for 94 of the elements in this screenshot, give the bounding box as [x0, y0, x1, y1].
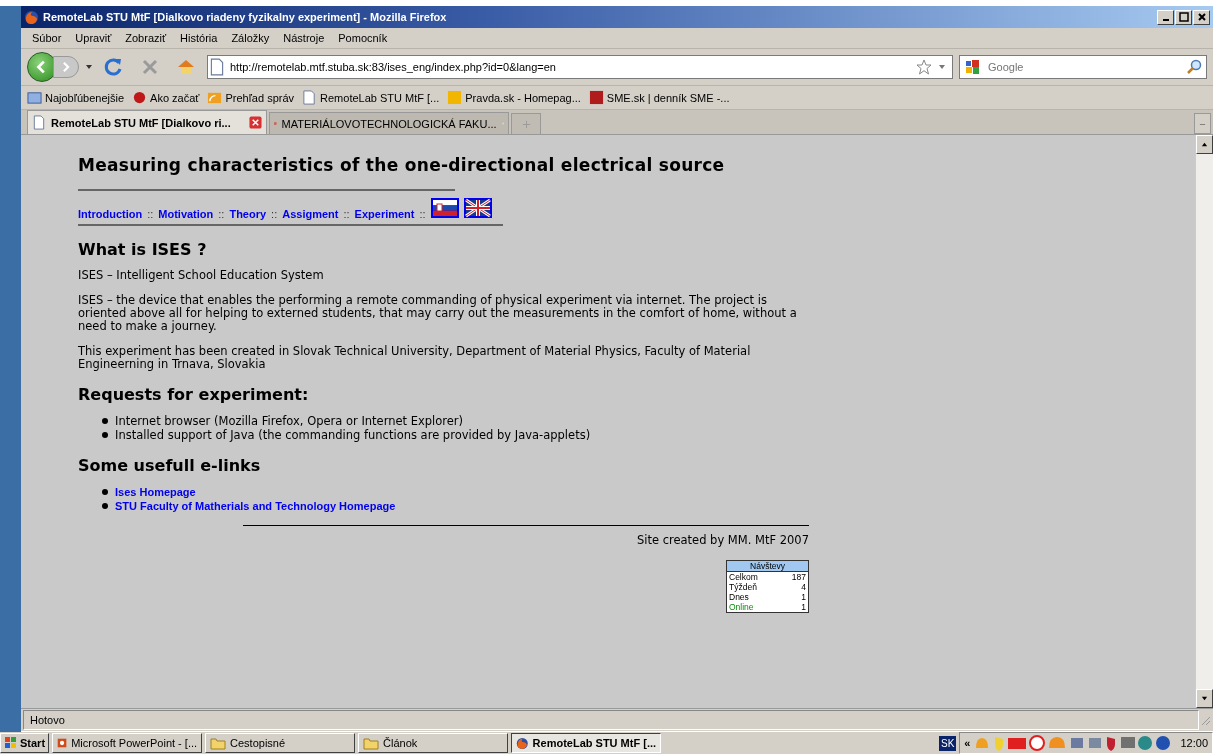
letter-tile-icon: [588, 90, 604, 105]
bookmark-item[interactable]: Najobľúbenejšie: [27, 90, 125, 105]
nav-link[interactable]: Motivation: [158, 208, 214, 220]
scroll-up-button[interactable]: [1196, 135, 1213, 154]
bookmark-item[interactable]: Ako začať: [132, 90, 200, 105]
menu-item[interactable]: Pomocník: [331, 32, 395, 44]
scroll-down-button[interactable]: [1196, 689, 1213, 708]
browser-tab[interactable]: RemoteLab STU MtF [Dialkovo ri...: [27, 110, 267, 134]
maximize-icon: [1178, 12, 1189, 22]
counter-value: 1: [801, 602, 806, 612]
reload-icon[interactable]: [104, 57, 124, 77]
page-icon: [302, 90, 318, 105]
folder-icon: [210, 736, 227, 750]
language-indicator[interactable]: SK: [939, 735, 957, 751]
show-hidden-icons-button[interactable]: «: [964, 737, 971, 749]
minimize-button[interactable]: [1157, 9, 1174, 25]
window-title: RemoteLab STU MtF [Dialkovo riadeny fyzikalny experiment] - Mozilla Firefox: [43, 11, 448, 23]
menu-item[interactable]: Záložky: [224, 32, 277, 44]
search-field[interactable]: Google: [959, 55, 1207, 79]
menu-item[interactable]: Súbor: [25, 32, 69, 44]
list-item: Installed support of Java (the commanding functions are provided by Java-applets): [115, 428, 591, 442]
caret-icon[interactable]: [85, 63, 93, 71]
firefox-icon: [24, 9, 39, 25]
nav-link[interactable]: Assigment: [282, 208, 339, 220]
presentation-icon: [57, 736, 68, 750]
up-arrow-icon: [1201, 141, 1208, 148]
bookmark-item[interactable]: Pravda.sk - Homepag...: [447, 90, 581, 105]
taskbar-button[interactable]: RemoteLab STU MtF [...: [511, 733, 662, 753]
nav-link[interactable]: Theory: [229, 208, 267, 220]
maximize-button[interactable]: [1175, 9, 1192, 25]
close-icon: [1196, 12, 1207, 22]
letter-tile-icon: [447, 90, 463, 105]
search-input[interactable]: Google: [986, 60, 1182, 74]
paragraph: ISES – Intelligent School Education System: [78, 269, 325, 282]
resize-grip-icon[interactable]: [1199, 714, 1211, 726]
link[interactable]: STU Faculty of Matherials and Technology Homepage: [115, 499, 396, 513]
link[interactable]: Ises Homepage: [115, 485, 196, 499]
page-icon: [32, 115, 46, 130]
search-icon[interactable]: [1186, 59, 1202, 75]
section-heading: What is ISES ?: [78, 240, 208, 259]
separator-text: ::: [218, 208, 225, 220]
separator-text: ::: [343, 208, 350, 220]
menu-item[interactable]: Upraviť: [68, 32, 119, 44]
slovak-flag-icon[interactable]: [430, 198, 459, 218]
menu-item[interactable]: Zobraziť: [118, 32, 174, 44]
search-engine-icon[interactable]: [964, 59, 982, 75]
section-heading: Requests for experiment:: [78, 385, 310, 404]
folder-icon: [27, 90, 42, 105]
star-icon[interactable]: [916, 59, 932, 75]
list-item: Internet browser (Mozilla Firefox, Opera or Internet Explorer): [115, 414, 464, 428]
british-flag-icon[interactable]: [463, 198, 492, 218]
start-button[interactable]: Start: [0, 733, 50, 753]
footer-text: Site created by MM. MtF 2007: [635, 533, 809, 547]
status-text: Hotovo: [23, 710, 1199, 730]
taskbar-button[interactable]: Článok: [358, 733, 509, 753]
bookmark-item[interactable]: SME.sk | denník SME -...: [588, 90, 730, 105]
counter-label: Týždeň: [729, 582, 757, 592]
counter-value: 187: [791, 572, 806, 582]
caret-icon[interactable]: [938, 63, 946, 71]
clock: 12:00: [1180, 737, 1208, 749]
minimize-icon: [1162, 19, 1169, 21]
paragraph: ISES – the device that enables the performing a remote commanding of physical experiment via internet. The project is oriented above all for helping to externed students, that may carry out the measurements in the comfort of home, without a need to make a journey.: [78, 294, 798, 333]
separator-text: ::: [147, 208, 154, 220]
bookmark-item[interactable]: RemoteLab STU MtF [...: [302, 90, 440, 105]
nav-link[interactable]: Experiment: [354, 208, 415, 220]
counter-value: 4: [801, 582, 806, 592]
taskbar-button[interactable]: Cestopisné: [205, 733, 356, 753]
counter-title: Návštevy: [727, 561, 808, 572]
address-field[interactable]: http://remotelab.mtf.stuba.sk:83/ises_eng/index.php?id=0&lang=en: [207, 55, 953, 79]
counter-label: Online: [729, 602, 754, 612]
windows-logo-icon: [4, 736, 18, 750]
bookmark-item[interactable]: Prehľad správ: [207, 90, 295, 105]
paragraph: This experiment has been created in Slovak Technical University, Department of Material Physics, Faculty of Material Engineerning in Trnava, Slovakia: [78, 345, 752, 371]
forward-button[interactable]: [53, 56, 79, 78]
folder-icon: [363, 736, 380, 750]
plus-icon: [521, 119, 531, 129]
counter-value: 1: [801, 592, 806, 602]
nav-link[interactable]: Introduction: [78, 208, 143, 220]
rss-icon: [207, 90, 223, 105]
browser-tab[interactable]: MATERIÁLOVOTECHNOLOGICKÁ FAKU...: [269, 112, 509, 134]
menu-item[interactable]: Nástroje: [276, 32, 332, 44]
section-heading: Some usefull e-links: [78, 456, 262, 475]
firefox-icon: [516, 735, 529, 751]
counter-label: Celkom: [729, 572, 758, 582]
separator-text: ::: [271, 208, 278, 220]
page-icon: [210, 58, 224, 76]
down-arrow-icon: [1201, 695, 1208, 702]
menu-item[interactable]: História: [173, 32, 225, 44]
separator-text: ::: [419, 208, 426, 220]
counter-label: Dnes: [729, 592, 749, 602]
taskbar-button[interactable]: Microsoft PowerPoint - [...: [52, 733, 203, 753]
page-title: Measuring characteristics of the one-directional electrical source: [78, 155, 726, 175]
dash-icon: [1199, 121, 1206, 128]
close-button[interactable]: [1193, 9, 1210, 25]
